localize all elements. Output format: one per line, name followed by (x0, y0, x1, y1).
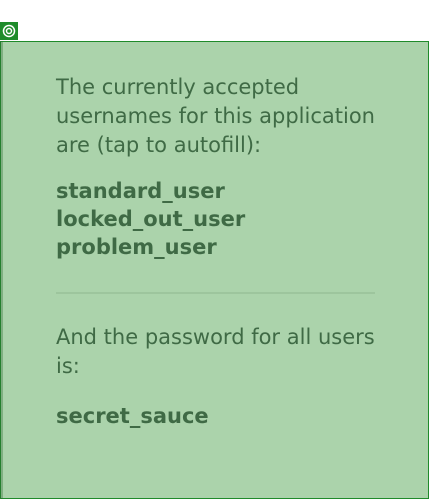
panel-left-rail (0, 41, 3, 499)
username-list: standard_user locked_out_user problem_us… (56, 177, 386, 261)
password-intro: And the password for all users is: (56, 325, 375, 378)
top-blank-bar (0, 0, 432, 41)
username-standard-user[interactable]: standard_user (56, 177, 386, 205)
target-icon-graphic (2, 24, 16, 38)
username-locked-out-user[interactable]: locked_out_user (56, 205, 386, 233)
usernames-intro: The currently accepted usernames for thi… (56, 75, 375, 157)
section-divider (56, 292, 375, 294)
target-icon[interactable] (0, 22, 18, 40)
username-problem-user[interactable]: problem_user (56, 233, 386, 261)
credentials-content: The currently accepted usernames for thi… (56, 73, 386, 430)
password-value[interactable]: secret_sauce (56, 402, 386, 430)
